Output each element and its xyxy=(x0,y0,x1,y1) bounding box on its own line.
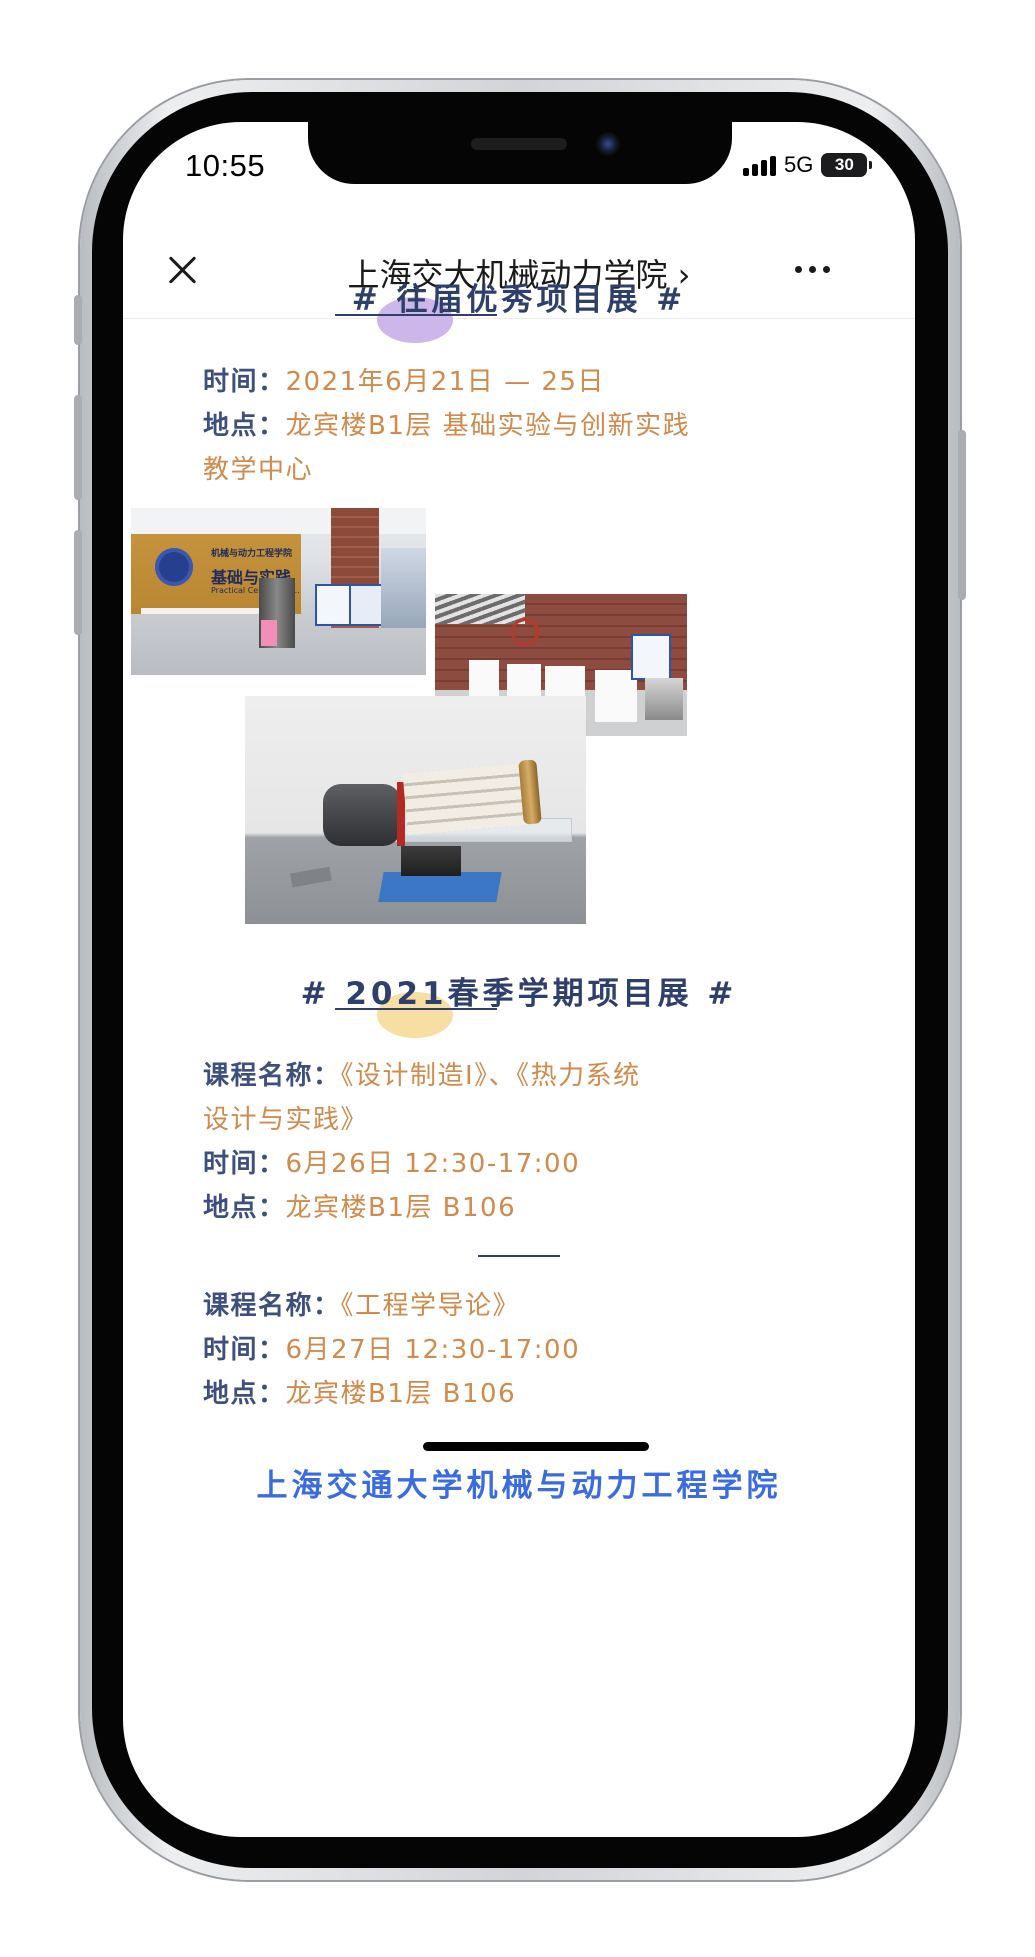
title-underline-2 xyxy=(335,1008,497,1010)
status-time: 10:55 xyxy=(185,148,266,183)
home-indicator[interactable] xyxy=(423,1442,649,1451)
time1-label: 时间： xyxy=(203,1149,286,1179)
photo-table xyxy=(141,608,261,614)
photo-stand-1 xyxy=(469,660,499,698)
photo-stirling-engine[interactable] xyxy=(245,696,586,924)
photo-poster xyxy=(315,584,351,626)
time2-row: 时间：6月27日 12:30-17:00 xyxy=(203,1328,723,1372)
photo-cart xyxy=(645,678,683,720)
cutoff-footer-text: 上海交通大学机械与动力工程学院 xyxy=(256,1468,782,1504)
place2-row: 地点：龙宾楼B1层 B106 xyxy=(203,1372,723,1416)
photo-controller xyxy=(290,866,332,888)
volume-up-button xyxy=(74,395,82,500)
photo-emblem xyxy=(511,618,539,646)
phone-screen: 10:55 5G 30 上海交大机械动力学院 › # 往届优秀项目展 # 时间：… xyxy=(123,122,915,1837)
more-options-icon[interactable] xyxy=(795,266,830,273)
photo-ceiling xyxy=(131,508,426,534)
status-indicators: 5G 30 xyxy=(743,150,873,180)
photo-wall-text-1: 机械与动力工程学院 xyxy=(211,549,293,559)
section-title-spring-projects: # 2021春季学期项目展 # xyxy=(300,976,738,1012)
power-button xyxy=(958,430,966,600)
section-divider xyxy=(478,1255,560,1257)
battery-level: 30 xyxy=(834,155,854,174)
signal-icon xyxy=(743,154,776,176)
silent-switch xyxy=(74,295,82,345)
exhibit-time-row: 时间：2021年6月21日 — 25日 xyxy=(203,360,723,404)
place2-label: 地点： xyxy=(203,1379,286,1409)
course1-value-cont: 设计与实践》 xyxy=(203,1105,369,1135)
place1-label: 地点： xyxy=(203,1193,286,1223)
title-underline xyxy=(335,314,497,316)
course1-row-cont: 设计与实践》 xyxy=(203,1098,723,1142)
photo-motor xyxy=(323,784,401,846)
time2-label: 时间： xyxy=(203,1335,286,1365)
photo-lab-lobby[interactable]: 机械与动力工程学院 基础与实践 Practical Center in E... xyxy=(131,508,426,675)
course1-row: 课程名称：《设计制造Ⅰ》、《热力系统 xyxy=(203,1054,723,1098)
course2-row: 课程名称：《工程学导论》 xyxy=(203,1284,723,1328)
speaker xyxy=(471,138,567,150)
place-value-cont: 教学中心 xyxy=(203,455,314,485)
photo-pink-part xyxy=(261,620,277,646)
logo-seal xyxy=(155,548,193,586)
volume-down-button xyxy=(74,530,82,635)
photo-ceiling-slats xyxy=(435,594,525,624)
course2-label: 课程名称： xyxy=(203,1291,341,1321)
course1-label: 课程名称： xyxy=(203,1061,341,1091)
photo-corridor xyxy=(381,548,426,628)
place1-value: 龙宾楼B1层 B106 xyxy=(285,1193,517,1223)
course1-value: 《设计制造Ⅰ》、《热力系统 xyxy=(340,1061,641,1091)
photo-stand-frame xyxy=(401,846,461,876)
front-camera xyxy=(596,132,620,156)
time-label: 时间： xyxy=(203,367,286,397)
photo-banner xyxy=(631,634,671,680)
time2-value: 6月27日 12:30-17:00 xyxy=(285,1335,581,1365)
place-value: 龙宾楼B1层 基础实验与创新实践 xyxy=(285,411,691,441)
course2-value: 《工程学导论》 xyxy=(340,1291,521,1321)
photo-poster-2 xyxy=(349,584,383,626)
exhibit-place-row: 地点：龙宾楼B1层 基础实验与创新实践 xyxy=(203,404,723,448)
network-type: 5G xyxy=(784,152,814,177)
photo-platform xyxy=(378,872,502,902)
battery-icon: 30 xyxy=(821,153,873,177)
place1-row: 地点：龙宾楼B1层 B106 xyxy=(203,1186,723,1230)
time1-row: 时间：6月26日 12:30-17:00 xyxy=(203,1142,723,1186)
exhibit-place-row-cont: 教学中心 xyxy=(203,448,723,492)
photo-tubes xyxy=(402,762,532,836)
time1-value: 6月26日 12:30-17:00 xyxy=(285,1149,581,1179)
place2-value: 龙宾楼B1层 B106 xyxy=(285,1379,517,1409)
section-title-past-projects: # 往届优秀项目展 # xyxy=(351,282,687,318)
notch xyxy=(308,122,732,184)
time-value: 2021年6月21日 — 25日 xyxy=(285,367,605,397)
place-label: 地点： xyxy=(203,411,286,441)
